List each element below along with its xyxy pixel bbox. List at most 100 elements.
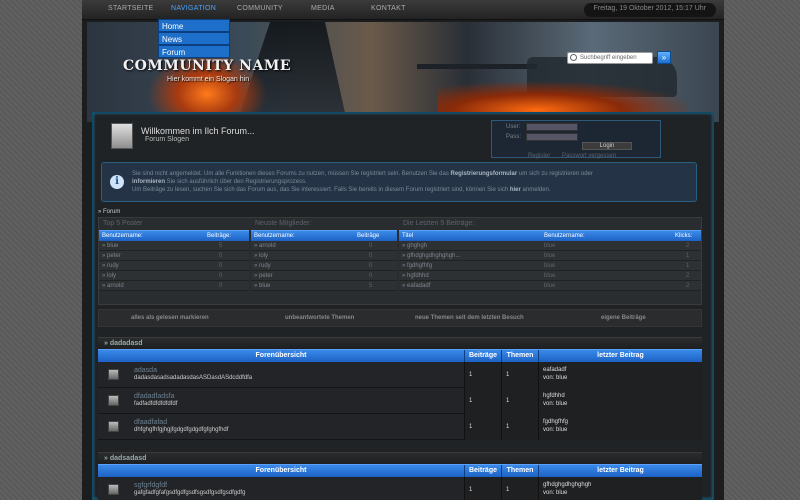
nav-navigation[interactable]: NAVIGATION bbox=[171, 5, 216, 12]
forum-row[interactable]: dfaadfafad dhfghgfhfgjhgjfgdgdfgdgdfgfgh… bbox=[98, 414, 702, 440]
post-title-link[interactable]: » gfhdghgdhghghgh... bbox=[402, 251, 460, 261]
post-count: 1 bbox=[469, 487, 473, 493]
post-count: 0 bbox=[369, 263, 373, 269]
username-link[interactable]: blue bbox=[544, 251, 555, 261]
username-link[interactable]: » blue bbox=[102, 241, 118, 251]
username-link[interactable]: » rudy bbox=[254, 261, 271, 271]
username-link[interactable]: » loly bbox=[102, 271, 116, 281]
notice-text-part: Sie sich ausführlich über den Registrier… bbox=[165, 179, 307, 185]
forum-status-icon bbox=[108, 421, 119, 432]
nav-kontakt[interactable]: KONTAKT bbox=[371, 5, 406, 12]
column-header: Klicks: bbox=[675, 233, 693, 239]
forum-row[interactable]: adasda dadasdasadsadadasdasASDasdASdcddf… bbox=[98, 362, 702, 388]
username-link[interactable]: » peter bbox=[254, 271, 273, 281]
nav-community[interactable]: COMMUNITY bbox=[237, 5, 283, 12]
username-link[interactable]: blue bbox=[544, 261, 555, 271]
table-row: » eafadadf blue 2 bbox=[399, 281, 701, 291]
column-header: Forenübersicht bbox=[255, 467, 307, 474]
forum-status-icon bbox=[108, 484, 119, 495]
post-count: 0 bbox=[219, 263, 223, 269]
table-row: » gfhdghgdhghghgh... blue 1 bbox=[399, 251, 701, 261]
username-link[interactable]: blue bbox=[544, 281, 555, 291]
last-post-link[interactable]: fgdhgfhfg bbox=[543, 419, 568, 425]
mark-all-read-link[interactable]: alles als gelesen markieren bbox=[131, 315, 209, 321]
dropdown-item-news[interactable]: News bbox=[158, 32, 230, 45]
post-title-link[interactable]: » hgfdhhd bbox=[402, 271, 429, 281]
top-poster-title: Top 5 Poster bbox=[103, 220, 143, 227]
table-row: » arnold 0 bbox=[251, 241, 397, 251]
column-header: Themen bbox=[506, 352, 534, 359]
category-title[interactable]: » dadadasd bbox=[98, 337, 702, 349]
last-post-cell: hgfdhhd von: blue bbox=[538, 388, 702, 414]
guest-notice: i Sie sind nicht angemeldet. Um alle Fun… bbox=[101, 162, 697, 202]
column-header: letzter Beitrag bbox=[597, 467, 644, 474]
welcome-title: Willkommen im Ilch Forum... bbox=[141, 126, 255, 136]
last-post-link[interactable]: eafadadf bbox=[543, 367, 566, 373]
category-header: Forenübersicht Beiträge Themen letzter B… bbox=[98, 349, 702, 363]
forum-row[interactable]: sgfgrfdgfdf gafgfadfgfafgsdfgdfgsdfsgsdf… bbox=[98, 477, 702, 500]
latest-posts-header: Titel Benutzername: Klicks: bbox=[399, 230, 701, 241]
search-input[interactable]: Suchbegriff eingeben bbox=[567, 52, 653, 64]
click-count: 2 bbox=[686, 243, 690, 249]
post-count: 0 bbox=[369, 243, 373, 249]
nav-media[interactable]: MEDIA bbox=[311, 5, 335, 12]
post-title-link[interactable]: » ghghgh bbox=[402, 241, 427, 251]
username-link[interactable]: » blue bbox=[254, 281, 270, 291]
post-count: 1 bbox=[469, 372, 473, 378]
posts-cell: 1 bbox=[464, 414, 501, 440]
inform-link[interactable]: informieren bbox=[132, 179, 165, 185]
nav-startseite[interactable]: STARTSEITE bbox=[108, 5, 154, 12]
pass-label: Pass: bbox=[506, 134, 522, 140]
user-field[interactable] bbox=[526, 123, 578, 131]
post-title-link[interactable]: » fgdhgfhfg bbox=[402, 261, 432, 271]
username-link[interactable]: » rudy bbox=[102, 261, 119, 271]
forgot-password-link[interactable]: Passwort vergessen bbox=[562, 153, 616, 159]
last-post-cell: fgdhgfhfg von: blue bbox=[538, 414, 702, 440]
login-here-link[interactable]: hier bbox=[510, 187, 521, 193]
post-count: 0 bbox=[369, 253, 373, 259]
topic-count: 1 bbox=[506, 372, 510, 378]
click-count: 2 bbox=[686, 283, 690, 289]
last-post-link[interactable]: hgfdhhd bbox=[543, 393, 565, 399]
welcome-subtitle: Forum Slogen bbox=[145, 136, 189, 143]
breadcrumb[interactable]: » Forum bbox=[98, 209, 120, 215]
forum-row[interactable]: dfadadfadsfa fadfadfdfdfdfdfdf 1 1 hgfdh… bbox=[98, 388, 702, 414]
forum-name-link[interactable]: sgfgrfdgfdf bbox=[134, 482, 167, 489]
forum-description: gafgfadfgfafgsdfgdfgsdfsgsdfgsdfgsdfgdfg bbox=[134, 490, 246, 496]
last-post-author: von: blue bbox=[543, 490, 568, 496]
dropdown-item-forum[interactable]: Forum bbox=[158, 45, 230, 58]
login-button[interactable]: Login bbox=[582, 142, 632, 150]
last-post-link[interactable]: gfhdghgdhghghgh bbox=[543, 482, 591, 488]
registration-form-link[interactable]: Registrierungsformular bbox=[451, 171, 518, 177]
category-title[interactable]: » dadsadasd bbox=[98, 452, 702, 464]
username-link[interactable]: blue bbox=[544, 271, 555, 281]
table-row: » peter 0 bbox=[99, 251, 249, 261]
forum-category: » dadadasd Forenübersicht Beiträge Theme… bbox=[98, 337, 702, 440]
username-link[interactable]: » arnold bbox=[102, 281, 124, 291]
latest-posts-panel: Die Letzten 5 Beiträge: Titel Benutzerna… bbox=[399, 218, 701, 306]
unanswered-topics-link[interactable]: unbeantwortete Themen bbox=[285, 315, 354, 321]
forum-name-link[interactable]: dfaadfafad bbox=[134, 419, 167, 426]
posts-cell: 1 bbox=[464, 388, 501, 414]
pass-field[interactable] bbox=[526, 133, 578, 141]
username-link[interactable]: » arnold bbox=[254, 241, 276, 251]
posts-cell: 1 bbox=[464, 362, 501, 388]
post-count: 0 bbox=[369, 273, 373, 279]
username-link[interactable]: blue bbox=[544, 241, 555, 251]
username-link[interactable]: » peter bbox=[102, 251, 121, 261]
forum-logo-icon bbox=[111, 123, 133, 149]
last-post-cell: gfhdghgdhghghgh von: blue bbox=[538, 477, 702, 500]
forum-name-link[interactable]: dfadadfadsfa bbox=[134, 393, 174, 400]
column-header: Benutzername: bbox=[254, 233, 295, 239]
table-row: » blue 5 bbox=[251, 281, 397, 291]
site-slogan: Hier kommt ein Slogan hin bbox=[167, 76, 250, 83]
post-title-link[interactable]: » eafadadf bbox=[402, 281, 430, 291]
forum-name-link[interactable]: adasda bbox=[134, 367, 157, 374]
dropdown-item-home[interactable]: Home bbox=[158, 19, 230, 32]
new-topics-link[interactable]: neue Themen seit dem letzten Besuch bbox=[415, 315, 524, 321]
username-link[interactable]: » loly bbox=[254, 251, 268, 261]
column-header: Forenübersicht bbox=[255, 352, 307, 359]
own-posts-link[interactable]: eigene Beiträge bbox=[601, 315, 646, 321]
search-button[interactable]: » bbox=[657, 51, 671, 64]
register-link[interactable]: Register bbox=[528, 153, 550, 159]
